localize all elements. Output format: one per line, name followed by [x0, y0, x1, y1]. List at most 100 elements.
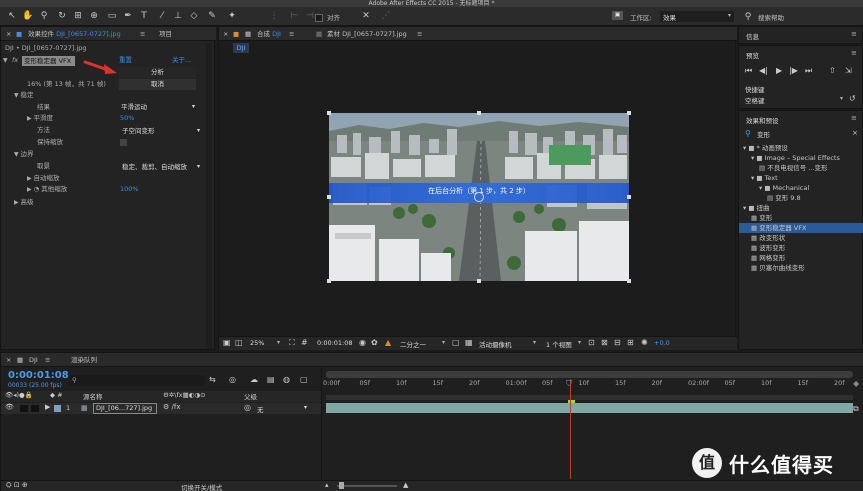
- play-icon[interactable]: ▶: [776, 66, 782, 75]
- transform-handle[interactable]: [477, 111, 481, 115]
- lock-icon[interactable]: ■: [16, 27, 22, 41]
- zoom-slider-thumb[interactable]: [339, 482, 344, 489]
- chevron-down-icon[interactable]: ▾: [277, 339, 280, 346]
- frame-blend-icon[interactable]: ▤: [267, 375, 275, 384]
- visibility-eye-icon[interactable]: 👁: [5, 403, 14, 411]
- parent-header[interactable]: 父级: [244, 391, 257, 401]
- tree-item[interactable]: ▤ 不良电视信号 ...变形: [759, 163, 827, 173]
- grid-icon[interactable]: #: [301, 338, 308, 347]
- graph-editor-icon[interactable]: ▢: [300, 375, 308, 384]
- pan-behind-tool-icon[interactable]: ⊕: [88, 10, 100, 22]
- loop-icon[interactable]: ⇧: [829, 66, 836, 75]
- layer-duration-bar[interactable]: [326, 403, 853, 413]
- tab-composition[interactable]: 合成 DJI: [257, 27, 281, 41]
- next-frame-icon[interactable]: |▶: [789, 66, 798, 75]
- cancel-button[interactable]: 取消: [119, 79, 196, 90]
- zoom-tool-icon[interactable]: ⚲: [38, 10, 50, 22]
- layer-switches-icon[interactable]: ⚙ ∕fx: [163, 403, 180, 411]
- motion-blur-icon[interactable]: ◍: [283, 375, 290, 384]
- tab-effect-controls[interactable]: 效果控件 DJI_[0657-0727].jpg: [28, 27, 121, 41]
- transform-handle[interactable]: [327, 279, 331, 283]
- zoom-slider[interactable]: [337, 485, 397, 487]
- exposure-value[interactable]: +0.0: [654, 339, 670, 347]
- puppet-pin-tool-icon[interactable]: ✦: [226, 10, 238, 22]
- close-icon[interactable]: ×: [6, 27, 11, 41]
- shy-icon[interactable]: ☁: [250, 375, 258, 384]
- transform-handle[interactable]: [327, 195, 331, 199]
- comp-name-chip[interactable]: DJI: [233, 43, 249, 53]
- show-snapshot-icon[interactable]: ✿: [371, 338, 378, 347]
- time-navigator[interactable]: [326, 371, 853, 378]
- borders-group[interactable]: ▼ 边界: [14, 149, 34, 160]
- advanced-group[interactable]: ▶ 高级: [14, 197, 34, 208]
- tab-project[interactable]: 项目: [159, 27, 172, 41]
- lock-icon[interactable]: ■: [233, 27, 239, 41]
- zoom-in-icon[interactable]: ▲: [403, 481, 408, 489]
- hand-tool-icon[interactable]: ✋: [22, 10, 34, 22]
- views-select[interactable]: 1 个视图: [546, 339, 572, 349]
- fx-toggle-icon[interactable]: fx: [12, 55, 18, 66]
- transparency-grid-icon[interactable]: ▦: [465, 338, 473, 347]
- chevron-down-icon[interactable]: ▾: [578, 339, 581, 346]
- reset-link[interactable]: 重置: [119, 55, 132, 66]
- tree-item[interactable]: ▦ 网格变形: [751, 253, 785, 263]
- panel-menu-icon[interactable]: ≡: [140, 27, 145, 41]
- resolution-select[interactable]: 二分之一: [400, 339, 426, 349]
- effect-expand-toggle[interactable]: ▼: [3, 55, 8, 66]
- brush-tool-icon[interactable]: ⁄: [156, 10, 168, 22]
- tab-render-queue[interactable]: 渲染队列: [71, 353, 97, 367]
- snapshot-icon[interactable]: ◉: [359, 338, 366, 347]
- fit-icon[interactable]: ⛶: [289, 338, 295, 348]
- tab-footage[interactable]: 素材 DJI_[0657-0727].jpg: [327, 27, 407, 41]
- scrollbar[interactable]: [206, 43, 212, 349]
- tree-item[interactable]: ▾ ■ * 动画预设: [743, 143, 788, 153]
- tree-item[interactable]: ▦ 波形变形: [751, 243, 785, 253]
- roi-icon[interactable]: ▢: [452, 338, 460, 347]
- reset-icon[interactable]: ↺: [849, 94, 856, 103]
- pen-tool-icon[interactable]: ✒: [122, 10, 134, 22]
- transform-handle[interactable]: [627, 195, 631, 199]
- roto-brush-tool-icon[interactable]: ✎: [206, 10, 218, 22]
- ram-preview-icon[interactable]: ⇲: [845, 66, 852, 75]
- framing-select[interactable]: 稳定、裁剪、自动缩放 ▾: [122, 162, 202, 172]
- shortcut-select[interactable]: 空格键 ▾: [745, 95, 845, 105]
- effect-name-highlight[interactable]: 变形稳定器 VFX: [22, 56, 75, 66]
- panel-menu-icon[interactable]: ≡: [851, 114, 857, 122]
- search-help-input[interactable]: 搜索帮助: [758, 12, 784, 22]
- label-color-swatch[interactable]: [54, 405, 61, 412]
- chevron-down-icon[interactable]: ▾: [442, 339, 445, 346]
- viewer-timecode[interactable]: 0:00:01:08: [317, 339, 353, 347]
- prev-frame-icon[interactable]: ◀|: [759, 66, 768, 75]
- clear-search-icon[interactable]: ×: [852, 129, 858, 137]
- transform-handle[interactable]: [627, 111, 631, 115]
- rectangle-tool-icon[interactable]: ▭: [106, 10, 118, 22]
- snap-checkbox[interactable]: [315, 14, 323, 22]
- smoothness-row[interactable]: ▶ 平滑度: [27, 113, 53, 124]
- always-preview-icon[interactable]: ▣: [223, 338, 231, 347]
- rotate-tool-icon[interactable]: ↻: [56, 10, 68, 22]
- extra-scale-row[interactable]: ▶ ◔ 其他缩放: [27, 184, 67, 195]
- tree-item[interactable]: ▾ ■ Image – Special Effects: [751, 153, 840, 163]
- tree-item[interactable]: ▦ 变形: [751, 213, 772, 223]
- stabilize-group[interactable]: ▼ 稳定: [14, 90, 34, 101]
- tree-item[interactable]: ▦ 改变形状: [751, 233, 785, 243]
- distribute-icon[interactable]: ⋮: [268, 10, 280, 22]
- about-link[interactable]: 关于...: [172, 55, 191, 66]
- pickwhip-icon[interactable]: ◎: [244, 403, 251, 412]
- draft-3d-icon[interactable]: ◎: [229, 375, 236, 384]
- zoom-out-icon[interactable]: ▴: [325, 481, 329, 489]
- panel-menu-icon[interactable]: ≡: [851, 30, 857, 38]
- panel-menu-icon[interactable]: ≡: [289, 27, 294, 41]
- comp-end-marker-icon[interactable]: ◆: [853, 379, 859, 388]
- smoothness-value[interactable]: 50%: [120, 113, 134, 124]
- layer-name[interactable]: DJI_[06...727].jpg: [93, 403, 157, 414]
- transform-handle[interactable]: [627, 279, 631, 283]
- audio-toggle[interactable]: [20, 405, 28, 412]
- work-area-bar[interactable]: [326, 395, 853, 400]
- close-icon[interactable]: ×: [223, 27, 228, 41]
- effects-search-input[interactable]: 变形: [757, 129, 857, 139]
- tree-item[interactable]: ▦ 变形稳定器 VFX: [739, 223, 863, 233]
- eraser-tool-icon[interactable]: ◇: [188, 10, 200, 22]
- camera-tool-icon[interactable]: ⊞: [72, 10, 84, 22]
- comp-mini-flowchart-icon[interactable]: ⇆: [209, 375, 216, 384]
